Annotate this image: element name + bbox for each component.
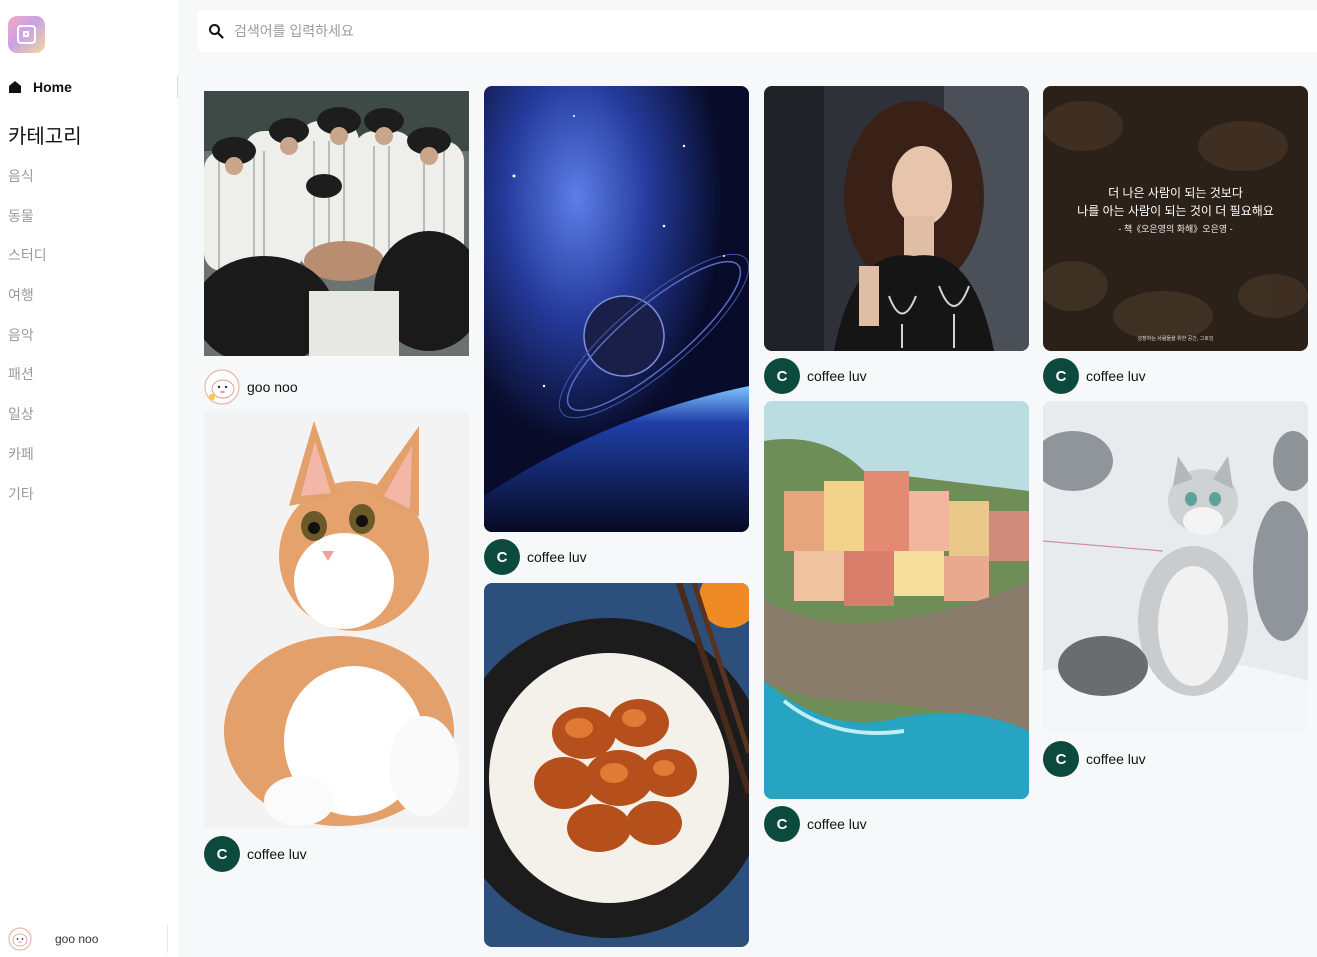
pin-image[interactable]: [204, 411, 469, 828]
author-avatar: C: [1043, 741, 1079, 777]
author-name: coffee luv: [527, 549, 587, 565]
profile-name: goo noo: [55, 932, 99, 946]
pin-image[interactable]: [484, 86, 749, 532]
pin-author[interactable]: C coffee luv: [764, 806, 867, 842]
search-bar: [197, 10, 1317, 52]
quote-line-1: 더 나은 사람이 되는 것보다: [1108, 186, 1243, 200]
category-title: 카테고리: [8, 126, 82, 148]
author-avatar: C: [1043, 358, 1079, 394]
pin-image[interactable]: [484, 583, 749, 947]
pin-author[interactable]: C coffee luv: [764, 358, 867, 394]
pin-image[interactable]: [1043, 401, 1308, 733]
pin-author[interactable]: C coffee luv: [1043, 741, 1146, 777]
home-icon: [9, 81, 21, 93]
pin-image[interactable]: [764, 86, 1029, 351]
sidebar-divider: [177, 76, 178, 98]
category-list: 음식 동물 스터디 여행 음악 패션 일상 카페 기타: [8, 166, 47, 523]
author-name: goo noo: [247, 379, 298, 395]
quote-source: - 책《오은영의 화해》오은영 -: [1118, 224, 1233, 234]
category-item-fashion[interactable]: 패션: [8, 364, 47, 404]
search-input[interactable]: [234, 23, 1134, 39]
pin-author[interactable]: goo noo: [204, 369, 298, 405]
pin-author[interactable]: C coffee luv: [204, 836, 307, 872]
sidebar-home-link[interactable]: Home: [8, 76, 178, 98]
quote-footer: 성장하는 사람들을 위한 공간, 그로잉: [1137, 336, 1214, 342]
author-avatar: C: [764, 806, 800, 842]
pin-image[interactable]: [764, 401, 1029, 799]
category-item-daily[interactable]: 일상: [8, 404, 47, 444]
author-avatar: C: [204, 836, 240, 872]
pin-image[interactable]: 더 나은 사람이 되는 것보다 나를 아는 사람이 되는 것이 더 필요해요 -…: [1043, 86, 1308, 351]
author-name: coffee luv: [807, 816, 867, 832]
author-avatar: [204, 369, 240, 405]
author-avatar: C: [484, 539, 520, 575]
category-item-food[interactable]: 음식: [8, 166, 47, 206]
author-name: coffee luv: [1086, 368, 1146, 384]
sidebar-home-label: Home: [33, 79, 72, 95]
pin-image[interactable]: [204, 91, 469, 356]
category-item-study[interactable]: 스터디: [8, 245, 47, 285]
sidebar: Home 카테고리 음식 동물 스터디 여행 음악 패션 일상 카페 기타 go…: [0, 0, 178, 957]
profile-menu[interactable]: goo noo: [8, 925, 168, 953]
category-item-etc[interactable]: 기타: [8, 484, 47, 524]
category-item-cafe[interactable]: 카페: [8, 444, 47, 484]
profile-avatar: [8, 927, 32, 951]
pin-author[interactable]: C coffee luv: [1043, 358, 1146, 394]
category-item-animal[interactable]: 동물: [8, 206, 47, 246]
category-item-music[interactable]: 음악: [8, 325, 47, 365]
author-name: coffee luv: [807, 368, 867, 384]
author-name: coffee luv: [1086, 751, 1146, 767]
quote-line-2: 나를 아는 사람이 되는 것이 더 필요해요: [1077, 204, 1274, 218]
author-name: coffee luv: [247, 846, 307, 862]
pin-author[interactable]: C coffee luv: [484, 539, 587, 575]
search-icon: [209, 24, 224, 39]
author-avatar: C: [764, 358, 800, 394]
category-item-travel[interactable]: 여행: [8, 285, 47, 325]
app-logo[interactable]: [8, 16, 45, 53]
